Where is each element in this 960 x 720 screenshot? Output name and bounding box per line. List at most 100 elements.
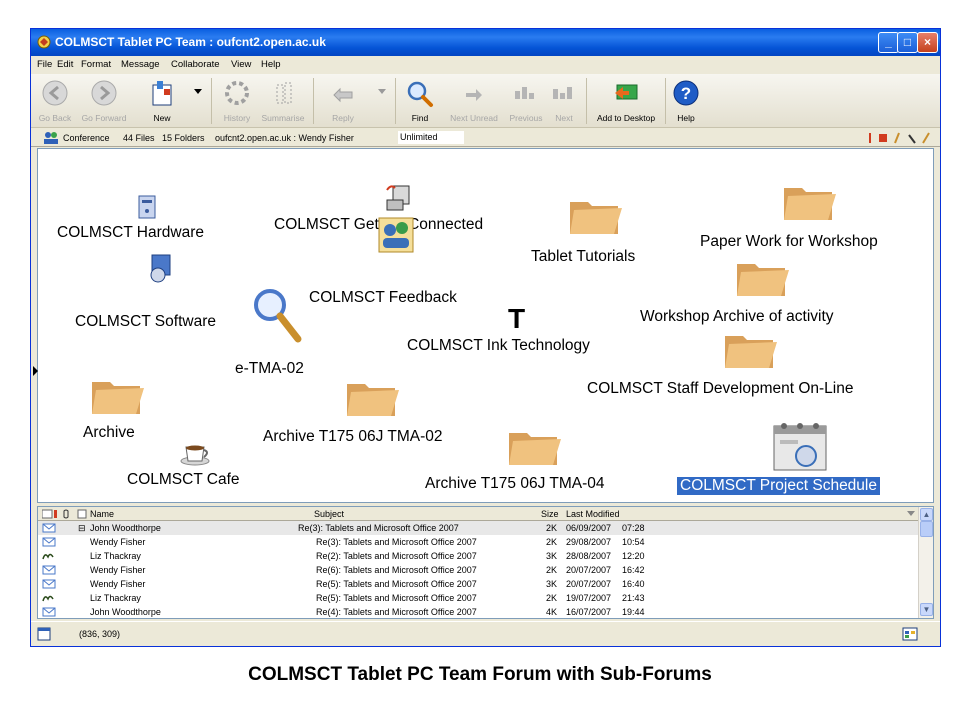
message-date: 20/07/2007 xyxy=(566,579,612,589)
subforum-archive-tma02[interactable]: Archive T175 06J TMA-02 xyxy=(263,428,442,446)
col-size[interactable]: Size xyxy=(541,509,559,519)
menu-format[interactable]: Format xyxy=(81,59,111,70)
file-count: 44 Files xyxy=(123,133,155,143)
previous-button[interactable]: Previous xyxy=(505,76,547,126)
subforum-staff-development[interactable]: COLMSCT Staff Development On-Line xyxy=(587,380,854,398)
scroll-down-button[interactable]: ▼ xyxy=(920,603,933,616)
folder-icon[interactable] xyxy=(733,254,789,300)
subforum-paper-work[interactable]: Paper Work for Workshop xyxy=(700,233,878,251)
next-unread-button[interactable]: Next Unread xyxy=(445,76,503,126)
schedule-status-icon[interactable] xyxy=(902,627,918,641)
table-row[interactable]: Liz Thackray Re(5): Tablets and Microsoft… xyxy=(38,591,919,605)
feedback-people-icon[interactable] xyxy=(375,212,417,256)
menu-file[interactable]: File xyxy=(37,59,52,70)
network-computer-icon[interactable] xyxy=(383,182,413,214)
column-icons[interactable] xyxy=(42,509,90,519)
subforum-archive[interactable]: Archive xyxy=(83,424,135,442)
summarise-button[interactable]: Summarise xyxy=(257,76,309,126)
reply-dropdown-arrow[interactable] xyxy=(377,88,387,100)
subforum-etma[interactable]: e-TMA-02 xyxy=(235,360,304,378)
message-author: John Woodthorpe xyxy=(90,523,161,533)
message-author: Wendy Fisher xyxy=(90,579,146,589)
folder-icon[interactable] xyxy=(505,423,561,469)
subforum-feedback[interactable]: COLMSCT Feedback xyxy=(309,289,457,307)
new-dropdown-arrow[interactable] xyxy=(193,88,203,100)
vertical-scrollbar[interactable]: ▲ ▼ xyxy=(918,507,933,618)
table-row[interactable]: Wendy Fisher Re(3): Tablets and Microsoft… xyxy=(38,535,919,549)
folder-icon[interactable] xyxy=(780,178,836,224)
message-author: Liz Thackray xyxy=(90,551,141,561)
col-name[interactable]: Name xyxy=(90,509,114,519)
table-row[interactable]: ⊟ John Woodthorpe Re(3): Tablets and Micro… xyxy=(38,521,919,535)
message-subject: Re(6): Tablets and Microsoft Office 2007 xyxy=(316,565,477,575)
go-forward-button[interactable]: Go Forward xyxy=(77,76,131,126)
quota-field: Unlimited xyxy=(398,131,464,144)
menu-help[interactable]: Help xyxy=(261,59,281,70)
message-subject: Re(3): Tablets and Microsoft Office 2007 xyxy=(298,523,459,533)
back-arrow-icon xyxy=(42,80,68,106)
history-button[interactable]: History xyxy=(219,76,255,126)
new-button[interactable]: New xyxy=(143,76,181,126)
computer-tower-icon[interactable] xyxy=(136,194,158,220)
reply-arrow-icon xyxy=(333,87,353,103)
subforum-workshop-archive[interactable]: Workshop Archive of activity xyxy=(640,308,834,326)
forum-folder-view: COLMSCT Hardware COLMSCT Getting Connect… xyxy=(37,148,934,503)
svg-text:?: ? xyxy=(681,84,691,103)
magnifier-icon xyxy=(407,81,433,107)
calendar-status-icon[interactable] xyxy=(37,627,51,641)
status-bar: (836, 309) xyxy=(31,621,940,646)
find-button[interactable]: Find xyxy=(401,76,439,126)
table-row[interactable]: Wendy Fisher Re(6): Tablets and Microsoft… xyxy=(38,563,919,577)
reply-button[interactable]: Reply xyxy=(323,76,363,126)
help-button[interactable]: ? Help xyxy=(671,76,701,126)
message-date: 29/08/2007 xyxy=(566,537,612,547)
subforum-project-schedule[interactable]: COLMSCT Project Schedule xyxy=(677,477,880,495)
folder-icon[interactable] xyxy=(88,372,144,418)
collapse-thread-icon[interactable]: ⊟ xyxy=(78,523,86,534)
folder-icon[interactable] xyxy=(343,374,399,420)
chevron-down-icon[interactable] xyxy=(907,510,915,517)
menu-view[interactable]: View xyxy=(231,59,251,70)
software-box-icon[interactable] xyxy=(144,253,176,283)
menu-collaborate[interactable]: Collaborate xyxy=(171,59,220,70)
subforum-software[interactable]: COLMSCT Software xyxy=(75,313,216,331)
conference-info-bar: Conference 44 Files 15 Folders oufcnt2.o… xyxy=(31,129,940,147)
ink-tech-t-icon[interactable]: T xyxy=(508,303,525,335)
message-time: 12:20 xyxy=(622,551,645,561)
table-row[interactable]: Liz Thackray Re(2): Tablets and Microsoft… xyxy=(38,549,919,563)
message-subject: Re(2): Tablets and Microsoft Office 2007 xyxy=(316,551,477,561)
go-back-button[interactable]: Go Back xyxy=(35,76,75,126)
message-time: 19:44 xyxy=(622,607,645,617)
next-button[interactable]: Next xyxy=(547,76,581,126)
coffee-cup-icon[interactable] xyxy=(178,439,212,467)
menu-message[interactable]: Message xyxy=(121,59,160,70)
col-last-modified[interactable]: Last Modified xyxy=(566,509,620,519)
magnifier-icon[interactable] xyxy=(250,285,306,345)
title-bar[interactable]: COLMSCT Tablet PC Team : oufcnt2.open.ac… xyxy=(31,29,940,56)
scroll-thumb[interactable] xyxy=(920,521,933,537)
subforum-archive-tma04[interactable]: Archive T175 06J TMA-04 xyxy=(425,475,604,493)
subforum-cafe[interactable]: COLMSCT Cafe xyxy=(127,471,240,489)
history-gear-icon xyxy=(225,81,249,105)
subforum-tablet-tutorials[interactable]: Tablet Tutorials xyxy=(531,248,635,266)
pointer-coordinates: (836, 309) xyxy=(79,629,121,639)
minimize-button[interactable]: _ xyxy=(878,32,899,53)
subforum-ink-technology[interactable]: COLMSCT Ink Technology xyxy=(407,337,590,355)
calendar-icon[interactable] xyxy=(770,418,830,476)
pane-expand-arrow-icon[interactable] xyxy=(33,366,38,376)
close-button[interactable]: × xyxy=(917,32,938,53)
table-row[interactable]: John Woodthorpe Re(4): Tablets and Micros… xyxy=(38,605,919,618)
flag-tools-icon[interactable] xyxy=(867,131,933,145)
table-row[interactable]: Wendy Fisher Re(5): Tablets and Microsoft… xyxy=(38,577,919,591)
message-author: Wendy Fisher xyxy=(90,565,146,575)
add-to-desktop-button[interactable]: Add to Desktop xyxy=(591,76,661,126)
col-subject[interactable]: Subject xyxy=(314,509,344,519)
summarise-icon xyxy=(276,82,292,104)
subforum-hardware[interactable]: COLMSCT Hardware xyxy=(57,224,204,242)
maximize-button[interactable]: □ xyxy=(897,32,918,53)
menu-edit[interactable]: Edit xyxy=(57,59,73,70)
folder-icon[interactable] xyxy=(721,326,777,372)
folder-icon[interactable] xyxy=(566,192,622,238)
ink-icon xyxy=(42,593,56,605)
scroll-up-button[interactable]: ▲ xyxy=(920,508,933,521)
